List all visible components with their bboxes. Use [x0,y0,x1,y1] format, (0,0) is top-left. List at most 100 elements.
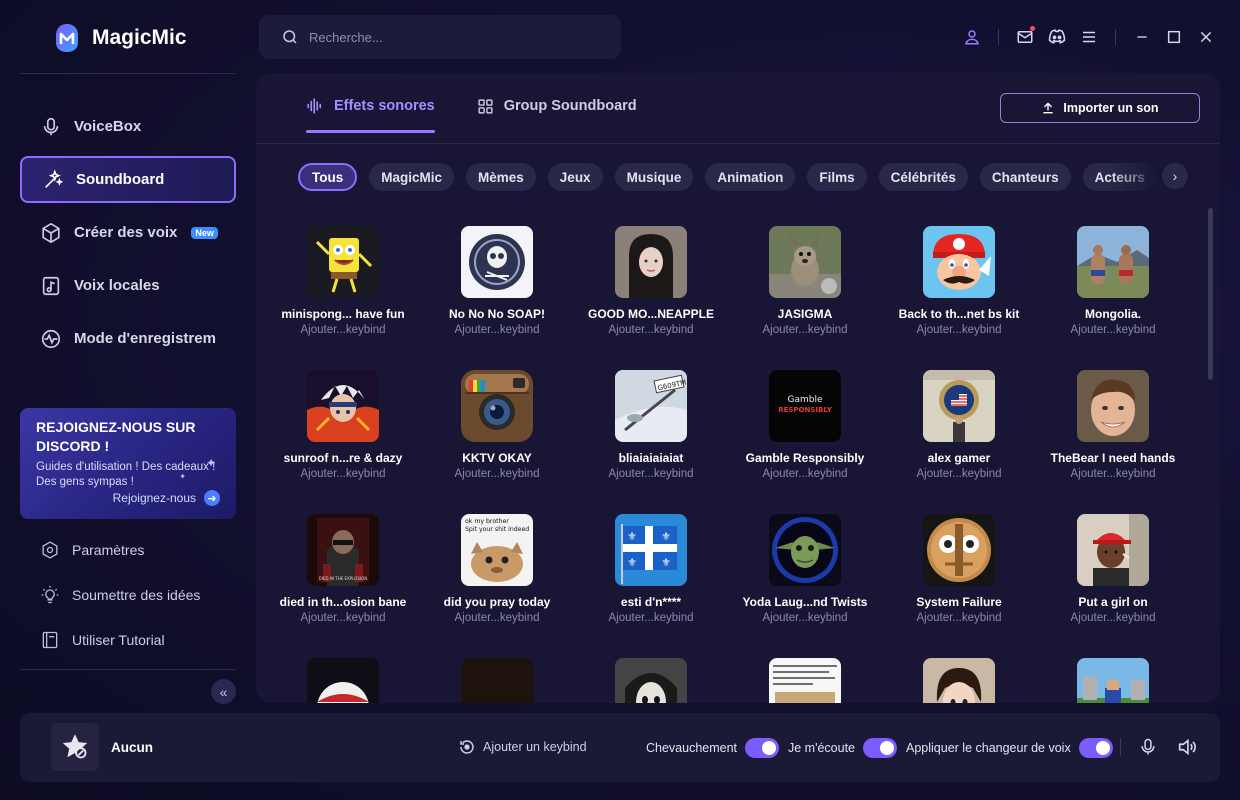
scrollbar-thumb[interactable] [1208,208,1213,380]
sound-card[interactable]: Yoda Laug...nd Twists Ajouter...keybind [728,514,882,658]
sound-card[interactable]: Mongolia. Ajouter...keybind [1036,226,1190,370]
tab-group-soundboard[interactable]: Group Soundboard [477,97,637,133]
sound-card[interactable]: G609TM bliaiaiaiaiat Ajouter...keybind [574,370,728,514]
sound-thumbnail: ⚜ ⚜ ⚜ ⚜ [615,514,687,586]
sidebar-item-local-voices[interactable]: Voix locales [20,262,236,309]
toggle-label: Appliquer le changeur de voix [906,741,1071,755]
join-discord-link[interactable]: Rejoignez-nous ➜ [113,490,220,506]
sound-card[interactable]: Gamble RESPONSIBLY Gamble Responsibly Ajout… [728,370,882,514]
sparkle-icon: ✦ [179,472,186,481]
discord-promo-card[interactable]: REJOIGNEZ-NOUS SUR DISCORD ! Guides d'ut… [20,408,236,519]
sound-card[interactable] [420,658,574,703]
sparkle-icon: ✦ [205,456,216,470]
category-chip[interactable]: Films [807,163,867,191]
sidebar-item-voicebox[interactable]: VoiceBox [20,103,236,150]
category-chip[interactable]: Mèmes [466,163,536,191]
sidebar-item-tutorial[interactable]: Utiliser Tutorial [20,617,236,662]
snow-sled-icon: G609TM [615,370,687,442]
flag-seal-icon [923,370,995,442]
sound-keybind-hint: Ajouter...keybind [454,468,540,480]
thumbnail-caption: Spit your shit indeed [465,526,529,533]
sound-card[interactable] [1036,658,1190,703]
category-chip[interactable]: Animation [705,163,796,191]
sidebar-item-label: Soumettre des idées [72,586,201,603]
hear-myself-toggle-group: Je m'écoute [788,738,898,758]
cube-icon [42,222,60,243]
quebec-flag-icon: ⚜ ⚜ ⚜ ⚜ [615,514,687,586]
search-input[interactable] [309,29,589,45]
toolbar-divider [1115,29,1116,45]
sound-card[interactable]: DIED IN THE EXPLOSION died in th...osion … [266,514,420,658]
close-button[interactable] [1190,26,1222,48]
sound-card[interactable] [728,658,882,703]
sound-card[interactable]: Put a girl on Ajouter...keybind [1036,514,1190,658]
sound-thumbnail [307,226,379,298]
sound-row: DIED IN THE EXPLOSION died in th...osion … [266,514,1190,658]
category-chip[interactable]: Jeux [547,163,603,191]
sound-thumbnail [1077,226,1149,298]
sound-card[interactable]: minispong... have fun Ajouter...keybind [266,226,420,370]
account-button[interactable] [956,26,988,48]
sound-card[interactable]: KKTV OKAY Ajouter...keybind [420,370,574,514]
sound-thumbnail: DIED IN THE EXPLOSION [307,514,379,586]
microphone-button[interactable] [1138,736,1158,763]
sound-thumbnail [1077,514,1149,586]
sound-card[interactable]: Back to th...net bs kit Ajouter...keybind [882,226,1036,370]
sound-thumbnail [769,514,841,586]
sound-card[interactable]: JASIGMA Ajouter...keybind [728,226,882,370]
category-chip[interactable]: Célébrités [878,163,968,191]
maximize-button[interactable] [1158,26,1190,48]
sound-card[interactable]: TheBear I need hands Ajouter...keybind [1036,370,1190,514]
sound-title: TheBear I need hands [1050,451,1176,465]
tab-label: Group Soundboard [503,98,637,114]
sidebar-item-create-voices[interactable]: Créer des voix New [20,209,236,256]
add-keybind-button[interactable]: Ajouter un keybind [458,738,587,756]
tab-sound-effects[interactable]: Effets sonores [306,97,435,133]
category-chip[interactable]: Chanteurs [979,163,1071,191]
speaker-button[interactable] [1176,736,1198,763]
category-chip[interactable]: Musique [614,163,694,191]
sound-title: No No No SOAP! [449,307,545,321]
sound-card[interactable]: System Failure Ajouter...keybind [882,514,1036,658]
collapse-sidebar-button[interactable]: « [211,679,236,704]
sound-card[interactable]: sunroof n...re & dazy Ajouter...keybind [266,370,420,514]
sound-keybind-hint: Ajouter...keybind [762,468,848,480]
hear-myself-toggle[interactable] [863,738,898,758]
sound-card[interactable]: ⚜ ⚜ ⚜ ⚜ esti d'n**** Ajouter...keybind [574,514,728,658]
sound-card[interactable]: ok my brother Spit your shit indeed did yo… [420,514,574,658]
sound-card[interactable]: GOOD MO...NEAPPLE Ajouter...keybind [574,226,728,370]
minimize-button[interactable] [1126,26,1158,48]
discord-button[interactable] [1041,26,1073,48]
sound-card[interactable]: alex gamer Ajouter...keybind [882,370,1036,514]
menu-button[interactable] [1073,26,1105,48]
import-sound-button[interactable]: Importer un son [1000,93,1200,123]
next-categories-button[interactable]: › [1162,163,1188,189]
sound-card[interactable] [882,658,1036,703]
overlap-toggle[interactable] [745,738,780,758]
sound-title: System Failure [916,595,1002,609]
discord-title-line: REJOIGNEZ-NOUS SUR [36,419,196,435]
apply-voice-changer-toggle[interactable] [1078,738,1113,758]
app-name: MagicMic [92,26,187,49]
sidebar-item-soundboard[interactable]: Soundboard [20,156,236,203]
sidebar-item-recording-mode[interactable]: Mode d'enregistrem [20,315,236,362]
sidebar-item-label: VoiceBox [74,118,142,135]
app-window: MagicMic VoiceBox Soundboard Créer des v… [0,0,1240,800]
mail-button[interactable] [1009,26,1041,48]
sponge-character-icon [307,226,379,298]
sidebar-item-settings[interactable]: Paramètres [20,527,236,572]
speaker-icon [1178,738,1196,756]
sound-card[interactable] [266,658,420,703]
sound-row [266,658,1190,703]
sound-thumbnail [1077,370,1149,442]
category-chip[interactable]: MagicMic [369,163,455,191]
user-icon [965,30,979,45]
star-slash-icon [62,734,88,759]
sidebar-item-submit-ideas[interactable]: Soumettre des idées [20,572,236,617]
sound-card[interactable] [574,658,728,703]
sidebar-divider [20,669,236,670]
discord-text: Guides d'utilisation ! Des cadeaux ! Des… [36,460,220,490]
sound-card[interactable]: No No No SOAP! Ajouter...keybind [420,226,574,370]
category-chip[interactable]: Tous [298,163,358,191]
brand: MagicMic [52,22,187,54]
